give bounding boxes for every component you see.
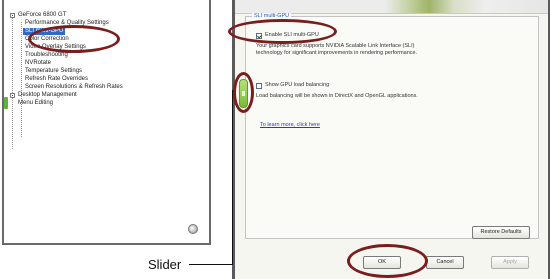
tree-item-root[interactable]: GeForce 6800 GT	[18, 12, 66, 19]
tree-expander-icon[interactable]	[10, 13, 15, 18]
tree-item-temperature[interactable]: Temperature Settings	[25, 68, 82, 75]
load-balancing-description: Load balancing will be shown in DirectX …	[256, 93, 418, 99]
group-title: SLI multi-GPU	[252, 13, 292, 20]
enable-sli-description-line: technology for significant improvements …	[256, 50, 418, 56]
tree-guide-line	[21, 22, 22, 137]
tree-item-screen-resolutions[interactable]: Screen Resolutions & Refresh Rates	[25, 84, 123, 91]
help-globe-icon[interactable]	[188, 224, 198, 234]
tree-item-desktop-management[interactable]: Desktop Management	[18, 92, 77, 99]
enable-sli-label[interactable]: Enable SLI multi-GPU	[265, 32, 319, 39]
apply-button[interactable]: Apply	[491, 256, 529, 269]
tree-expander-icon[interactable]	[10, 93, 15, 98]
restore-defaults-button[interactable]: Restore Defaults	[472, 226, 530, 239]
callout-leader-line	[189, 264, 233, 265]
tree-guide-line	[12, 14, 13, 149]
show-load-balancing-label[interactable]: Show GPU load balancing	[265, 82, 329, 89]
cancel-button[interactable]: Cancel	[426, 256, 464, 269]
learn-more-link[interactable]: To learn more, click here	[260, 122, 320, 129]
tree-item-sli-multigpu[interactable]: SLI multi-GPU	[23, 28, 66, 35]
tree-scrollbar-thumb[interactable]	[4, 97, 8, 109]
callout-leader-line	[232, 90, 233, 265]
sli-group-box: SLI multi-GPU Enable SLI multi-GPU Your …	[245, 13, 539, 239]
enable-sli-checkbox[interactable]	[256, 33, 262, 39]
show-load-balancing-checkbox[interactable]	[256, 83, 262, 89]
tree-item-troubleshooting[interactable]: Troubleshooting	[25, 52, 68, 59]
tree-item-performance[interactable]: Performance & Quality Settings	[25, 20, 109, 27]
tree-item-video-overlay[interactable]: Video Overlay Settings	[25, 44, 86, 51]
tree-item-nvrotate[interactable]: NVRotate	[25, 60, 51, 67]
tree-item-color-correction[interactable]: Color Correction	[25, 36, 69, 43]
gpu-load-slider[interactable]	[239, 79, 248, 108]
nvidia-banner	[235, 0, 548, 14]
settings-panel: SLI multi-GPU Enable SLI multi-GPU Your …	[232, 0, 550, 279]
ok-button[interactable]: OK	[363, 256, 401, 269]
tree-item-menu-editing[interactable]: Menu Editing	[18, 100, 53, 107]
tree-panel: GeForce 6800 GT Performance & Quality Se…	[2, 0, 211, 245]
slider-callout-label: Slider	[148, 257, 182, 272]
enable-sli-description-line: Your graphics card supports NVIDIA Scala…	[256, 43, 415, 49]
tree-item-refresh-overrides[interactable]: Refresh Rate Overrides	[25, 76, 88, 83]
